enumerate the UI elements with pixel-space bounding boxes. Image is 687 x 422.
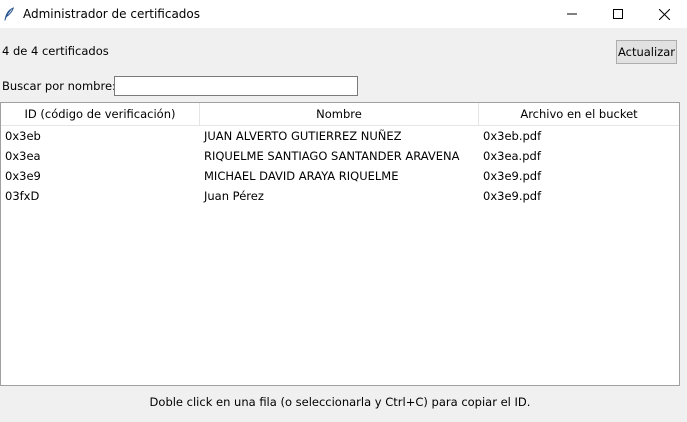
window-controls — [549, 0, 687, 28]
close-icon — [658, 8, 670, 20]
title-bar[interactable]: Administrador de certificados — [0, 0, 687, 28]
maximize-button[interactable] — [595, 0, 641, 28]
cell-name: Juan Pérez — [204, 189, 264, 203]
cell-file: 0x3ea.pdf — [483, 149, 541, 163]
cell-id: 03fxD — [5, 189, 40, 203]
cell-id: 0x3ea — [5, 149, 41, 163]
minimize-button[interactable] — [549, 0, 595, 28]
cell-id: 0x3e9 — [5, 169, 41, 183]
minimize-icon — [567, 13, 577, 15]
table-row[interactable]: 0x3ea RIQUELME SANTIAGO SANTANDER ARAVEN… — [1, 146, 679, 166]
certificate-count-label: 4 de 4 certificados — [2, 44, 109, 58]
refresh-button[interactable]: Actualizar — [616, 40, 677, 64]
cell-name: RIQUELME SANTIAGO SANTANDER ARAVENA — [204, 149, 460, 163]
cell-name: MICHAEL DAVID ARAYA RIQUELME — [204, 169, 399, 183]
certificates-table[interactable]: ID (código de verificación) Nombre Archi… — [0, 102, 680, 386]
column-header-id[interactable]: ID (código de verificación) — [1, 103, 200, 125]
cell-file: 0x3e9.pdf — [483, 189, 542, 203]
cell-file: 0x3e9.pdf — [483, 169, 542, 183]
feather-icon — [2, 7, 16, 21]
table-row[interactable]: 0x3e9 MICHAEL DAVID ARAYA RIQUELME 0x3e9… — [1, 166, 679, 186]
footer-hint: Doble click en una fila (o seleccionarla… — [149, 395, 531, 409]
app-window: Administrador de certificados 4 de 4 cer… — [0, 0, 687, 422]
close-button[interactable] — [641, 0, 687, 28]
maximize-icon — [613, 9, 623, 19]
window-title: Administrador de certificados — [23, 7, 201, 21]
search-label: Buscar por nombre: — [2, 79, 116, 93]
table-header: ID (código de verificación) Nombre Archi… — [1, 103, 679, 126]
cell-name: JUAN ALVERTO GUTIERREZ NUÑEZ — [204, 129, 402, 143]
cell-id: 0x3eb — [5, 129, 41, 143]
column-header-name[interactable]: Nombre — [200, 103, 479, 125]
table-row[interactable]: 03fxD Juan Pérez 0x3e9.pdf — [1, 186, 679, 206]
table-row[interactable]: 0x3eb JUAN ALVERTO GUTIERREZ NUÑEZ 0x3eb… — [1, 126, 679, 146]
cell-file: 0x3eb.pdf — [483, 129, 542, 143]
search-input[interactable] — [114, 76, 358, 96]
column-header-file[interactable]: Archivo en el bucket — [479, 103, 679, 125]
